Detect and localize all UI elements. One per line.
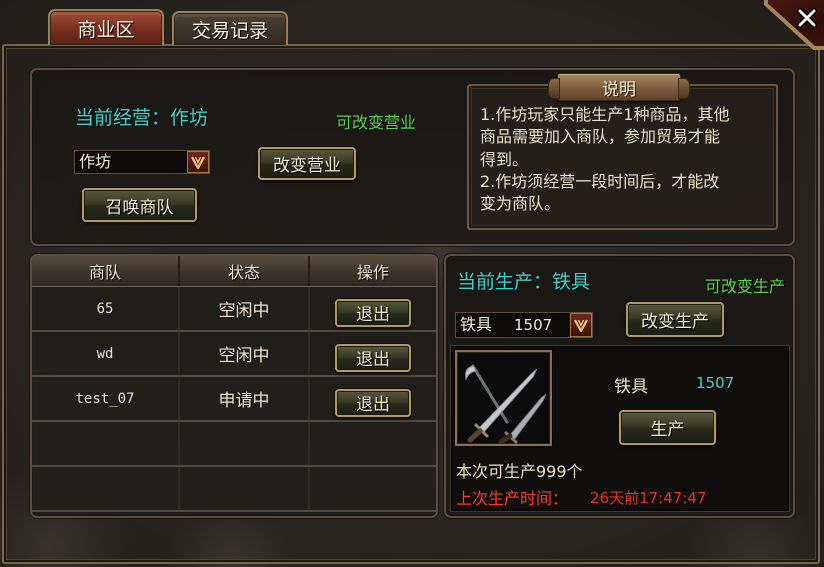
caravan-name: wd (32, 332, 180, 375)
action-cell: 退出 (310, 332, 436, 375)
business-changeable-status: 可改变营业 (336, 113, 417, 132)
last-production-time-label: 上次生产时间： (456, 489, 569, 508)
table-row: test_07 申请中 退出 (32, 377, 436, 422)
tab-trade-records[interactable]: 交易记录 (172, 11, 288, 45)
notice-title-banner: 说明 (548, 73, 690, 101)
action-cell: 退出 (310, 377, 436, 420)
notice-line: 1.作坊玩家只能生产1种商品，其他 (480, 105, 730, 124)
empty-cell (310, 422, 436, 465)
quit-caravan-button[interactable]: 退出 (335, 343, 411, 372)
current-business-label: 当前经营：作坊 (75, 107, 209, 129)
summon-caravan-button[interactable]: 召唤商队 (82, 188, 197, 222)
close-button[interactable] (793, 4, 821, 32)
current-production-label: 当前生产：铁具 (457, 271, 591, 293)
notice-line: 变为商队。 (480, 194, 561, 214)
close-icon (797, 8, 817, 28)
empty-cell (180, 422, 310, 465)
quit-caravan-button[interactable]: 退出 (335, 298, 411, 327)
empty-cell (32, 467, 180, 510)
notice-line: 商品需要加入商队，参加贸易才能 (480, 127, 721, 147)
change-production-button[interactable]: 改变生产 (626, 302, 724, 337)
item-count: 1507 (696, 374, 735, 392)
notice-line: 得到。 (480, 149, 529, 169)
production-item-value: 铁具 (460, 315, 493, 334)
last-production-time-value: 26天前17:47:47 (590, 489, 707, 507)
notice-text: 1.作坊玩家只能生产1种商品，其他 商品需要加入商队，参加贸易才能 得到。 2.… (480, 104, 729, 215)
table-row: wd 空闲中 退出 (32, 332, 436, 377)
production-item-stock: 1507 (514, 316, 553, 334)
table-row-empty (32, 422, 436, 467)
action-cell: 退出 (310, 287, 436, 330)
table-header: 商队 状态 操作 (32, 256, 436, 287)
chevron-down-icon (191, 156, 205, 170)
empty-cell (310, 467, 436, 510)
notice-line: 2.作坊须经营一段时间后，才能改 (480, 171, 720, 191)
item-name: 铁具 (614, 377, 648, 397)
production-dropdown-toggle[interactable] (570, 313, 592, 337)
column-header-action: 操作 (356, 263, 389, 282)
caravan-status: 申请中 (180, 377, 310, 420)
empty-cell (180, 467, 310, 510)
caravan-status: 空闲中 (180, 287, 310, 330)
business-type-value: 作坊 (79, 152, 112, 171)
production-capacity-text: 本次可生产999个 (456, 462, 583, 481)
caravan-table: 商队 状态 操作 65 空闲中 退出 wd 空闲中 退出 test_07 申请中… (32, 256, 436, 512)
production-detail-box: 铁具 1507 生产 本次可生产999个 上次生产时间： 26天前17:47:4… (450, 345, 790, 512)
iron-tools-icon (465, 364, 547, 445)
quit-caravan-button[interactable]: 退出 (335, 388, 411, 417)
business-type-dropdown[interactable]: 作坊 (74, 150, 210, 174)
produce-button[interactable]: 生产 (619, 410, 716, 445)
table-row-empty (32, 467, 436, 512)
caravan-name: 65 (32, 287, 180, 330)
item-slot (455, 350, 552, 446)
business-dropdown-toggle[interactable] (187, 151, 209, 173)
table-row: 65 空闲中 退出 (32, 287, 436, 332)
tab-commerce-district[interactable]: 商业区 (48, 9, 164, 45)
empty-cell (32, 422, 180, 465)
production-panel: 当前生产：铁具 可改变生产 铁具 1507 改变生产 铁具 1507 生产 本次… (444, 254, 795, 518)
production-changeable-status: 可改变生产 (704, 277, 785, 296)
chevron-down-icon (574, 319, 588, 333)
caravan-list-panel: 商队 状态 操作 65 空闲中 退出 wd 空闲中 退出 test_07 申请中… (30, 254, 438, 518)
caravan-status: 空闲中 (180, 332, 310, 375)
notice-box: 说明 1.作坊玩家只能生产1种商品，其他 商品需要加入商队，参加贸易才能 得到。… (467, 73, 778, 230)
business-panel: 当前经营：作坊 可改变营业 作坊 改变营业 召唤商队 说明 1.作坊玩家只能生产… (30, 68, 795, 246)
caravan-name: test_07 (32, 377, 180, 420)
production-item-dropdown[interactable]: 铁具 1507 (455, 312, 593, 338)
column-header-status: 状态 (180, 256, 310, 286)
column-header-caravan: 商队 (32, 256, 180, 286)
commerce-window: 商业区 交易记录 当前经营：作坊 可改变营业 作坊 改变营业 召唤商队 说明 1… (0, 0, 824, 567)
change-business-button[interactable]: 改变营业 (258, 147, 356, 180)
